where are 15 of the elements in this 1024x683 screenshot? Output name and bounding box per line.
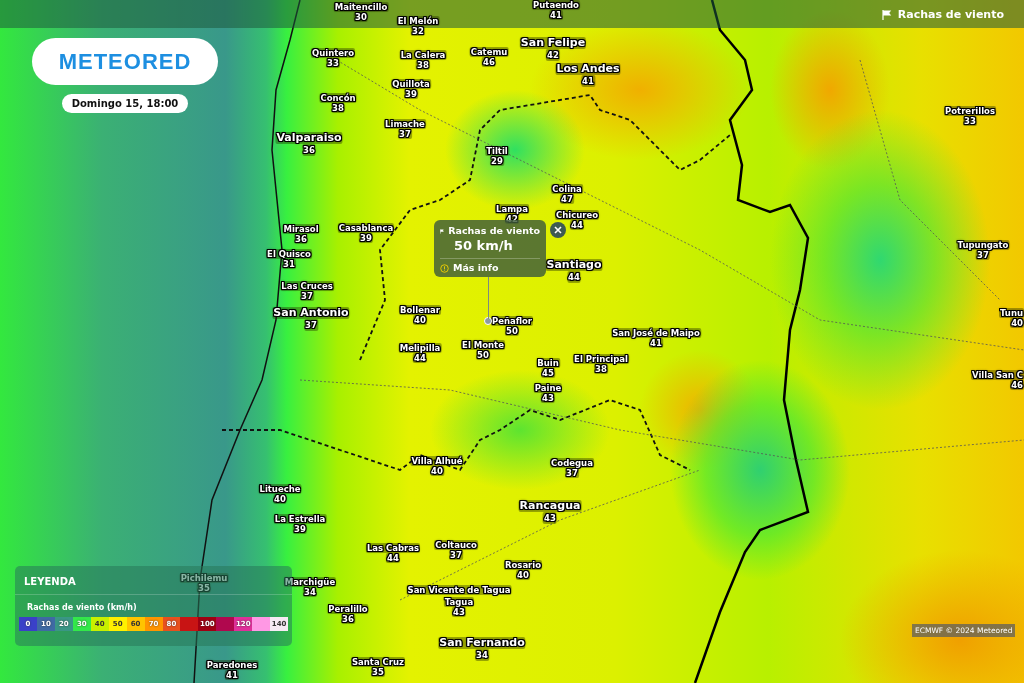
popup-title: Rachas de viento [448,224,540,238]
map-background[interactable] [0,0,1024,683]
more-info-link[interactable]: Más info [453,261,499,276]
date-time-label: Domingo 15, 18:00 [62,94,188,113]
legend-subtitle: Rachas de viento (km/h) [26,602,138,614]
close-icon [554,226,562,234]
leader-line [488,277,489,319]
logo[interactable]: METEORED [32,38,218,85]
layer-selector[interactable]: Rachas de viento [881,7,1004,24]
wind-gust-value: 50 km/h [454,238,514,255]
flag-icon [881,10,892,21]
flag-icon [440,226,445,236]
info-icon [440,263,449,273]
close-button[interactable] [550,222,566,238]
location-marker[interactable] [484,317,492,325]
